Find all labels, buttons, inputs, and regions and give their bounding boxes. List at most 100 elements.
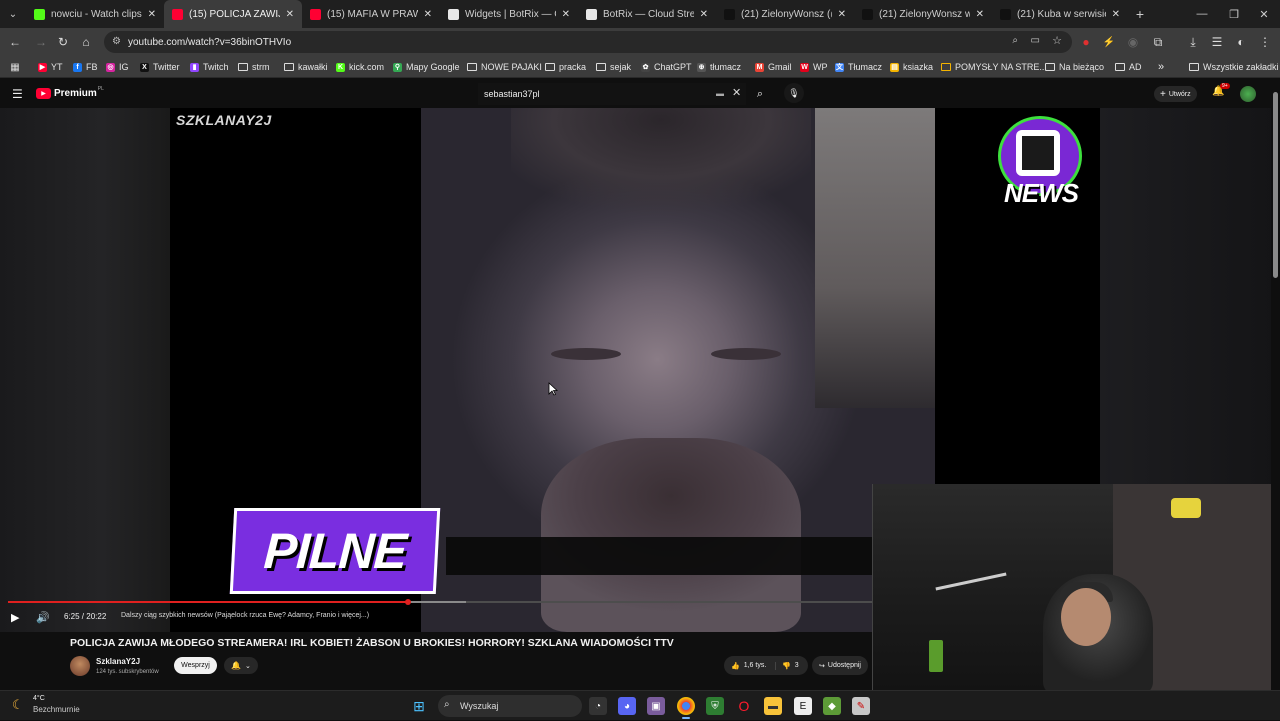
obs-app-icon[interactable]: ▣ <box>647 697 665 715</box>
home-icon[interactable]: ⌂ <box>78 34 94 50</box>
share-button[interactable]: ↪ Udostępnij <box>812 656 868 675</box>
bookmark-label: tłumacz <box>710 62 742 72</box>
like-button[interactable]: 👍 1,6 tys. <box>724 661 776 670</box>
chapter-title[interactable]: Dalszy ciąg szybkich newsów (Pająelock r… <box>121 612 369 619</box>
extensions-puzzle-icon[interactable]: ⧉ <box>1150 34 1166 50</box>
search-button[interactable]: ⌕ <box>750 83 770 105</box>
bookmark-item[interactable]: 文 Tłumacz <box>835 60 882 74</box>
bookmark-item[interactable]: strm <box>238 60 270 74</box>
bookmark-item[interactable]: POMYSŁY NA STRE... <box>941 60 1047 74</box>
window-close-icon[interactable]: ✕ <box>1248 0 1280 28</box>
bookmark-item[interactable]: ◎ IG <box>106 60 129 74</box>
dislike-button[interactable]: 👎 3 <box>776 662 799 670</box>
bookmark-item[interactable]: W WP <box>800 60 828 74</box>
file-explorer-icon[interactable]: ▬ <box>764 697 782 715</box>
tab-close-icon[interactable]: ✕ <box>148 9 156 20</box>
tab-search-icon[interactable]: ⌄ <box>0 0 26 28</box>
tab-close-icon[interactable]: ✕ <box>286 9 294 20</box>
all-bookmarks-button[interactable]: Wszystkie zakładki <box>1189 60 1279 74</box>
discord-icon[interactable]: ◕ <box>618 697 636 715</box>
bookmark-item[interactable]: M Gmail <box>755 60 792 74</box>
site-info-icon[interactable]: ⚙ <box>112 36 121 47</box>
channel-avatar[interactable] <box>70 656 90 676</box>
browser-tab[interactable]: (21) ZielonyWonsz (@5n4 ✕ <box>716 0 854 28</box>
account-avatar[interactable] <box>1240 86 1256 102</box>
voice-search-button[interactable]: 🎙 <box>784 83 804 103</box>
copilot-icon[interactable]: ◔ <box>589 697 607 715</box>
chrome-icon[interactable] <box>677 697 695 719</box>
bookmark-item[interactable]: ✿ ChatGPT <box>641 60 692 74</box>
bookmark-item[interactable]: f FB <box>73 60 98 74</box>
taskbar-search[interactable]: ⌕ Wyszukaj <box>438 695 582 717</box>
bookmark-label: ChatGPT <box>654 62 692 72</box>
bookmark-item[interactable]: AD <box>1115 60 1142 74</box>
tab-close-icon[interactable]: ✕ <box>838 9 846 20</box>
bookmark-item[interactable]: sejak <box>596 60 631 74</box>
browser-tab[interactable]: BotRix — Cloud Streamin ✕ <box>578 0 716 28</box>
browser-tab[interactable]: Widgets | BotRix — Cloud ✕ <box>440 0 578 28</box>
opera-icon[interactable]: O <box>735 697 753 715</box>
tab-close-icon[interactable]: ✕ <box>562 9 570 20</box>
bookmark-item[interactable]: ▮ Twitch <box>190 60 229 74</box>
bookmark-item[interactable]: X Twitter <box>140 60 180 74</box>
clear-search-icon[interactable]: ✕ <box>732 86 741 99</box>
new-tab-button[interactable]: + <box>1128 0 1152 28</box>
bookmark-item[interactable]: ⚲ Mapy Google <box>393 60 460 74</box>
shield-app-icon[interactable]: ⛨ <box>706 697 724 715</box>
browser-tab[interactable]: (21) ZielonyWonsz w serw ✕ <box>854 0 992 28</box>
bookmark-item[interactable]: Na bieżąco <box>1045 60 1104 74</box>
search-input[interactable]: sebastian37pl ▬ ✕ <box>478 83 746 105</box>
bookmark-item[interactable]: kawałki <box>284 60 328 74</box>
epic-games-icon[interactable]: E <box>794 697 812 715</box>
address-bar[interactable]: ⚙ youtube.com/watch?v=36binOTHVIo ⌕ ▭ ☆ <box>104 31 1072 53</box>
create-button[interactable]: + Utwórz <box>1154 86 1197 102</box>
tab-close-icon[interactable]: ✕ <box>1112 9 1120 20</box>
forward-icon[interactable]: → <box>33 34 49 50</box>
subscription-bell-button[interactable]: 🔔 ⌄ <box>224 657 258 674</box>
page-scrollbar[interactable] <box>1271 80 1280 690</box>
play-button[interactable]: ▶ <box>11 611 19 624</box>
bookmark-item[interactable]: Kkick.com <box>336 60 384 74</box>
browser-tab[interactable]: (21) Kuba w serwisie X: „ ✕ <box>992 0 1128 28</box>
more-bookmarks-button[interactable]: » <box>1158 60 1164 74</box>
minecraft-icon[interactable]: ◆ <box>823 697 841 715</box>
support-button[interactable]: Wesprzyj <box>174 657 217 674</box>
extension-icon[interactable]: ⚡ <box>1101 34 1117 50</box>
reload-icon[interactable]: ↻ <box>55 34 71 50</box>
bookmark-item[interactable]: pracka <box>545 60 586 74</box>
scrollbar-thumb[interactable] <box>1273 92 1278 278</box>
install-icon[interactable]: ▭ <box>1031 35 1040 46</box>
profile-avatar[interactable]: ◐ <box>1233 34 1249 50</box>
restore-icon[interactable]: ❐ <box>1218 0 1250 28</box>
bookmark-item[interactable]: NOWE PAJAKI <box>467 60 542 74</box>
browser-tab[interactable]: nowciu - Watch clips on K ✕ <box>26 0 164 28</box>
bookmark-star-icon[interactable]: ☆ <box>1052 34 1062 47</box>
paint-app-icon[interactable]: ✎ <box>852 697 870 715</box>
bookmark-item[interactable]: ▤ ksiazka <box>890 60 933 74</box>
tab-close-icon[interactable]: ✕ <box>424 9 432 20</box>
zoom-icon[interactable]: ⌕ <box>1012 35 1018 46</box>
channel-name[interactable]: SzklanaY2J <box>96 657 140 666</box>
reading-list-icon[interactable]: ☰ <box>1209 34 1225 50</box>
minimize-icon[interactable]: — <box>1186 0 1218 28</box>
tab-close-icon[interactable]: ✕ <box>700 9 708 20</box>
windows-start-icon[interactable]: ⊞ <box>410 697 428 715</box>
record-extension-icon[interactable]: ● <box>1078 34 1094 50</box>
bookmark-item[interactable]: ⊕ tłumacz <box>697 60 741 74</box>
volume-button[interactable]: 🔊 <box>36 611 50 624</box>
extension-gray-icon[interactable]: ◉ <box>1125 34 1141 50</box>
youtube-logo[interactable]: ▶ Premium PL <box>36 86 104 99</box>
download-icon[interactable]: ⤓ <box>1185 34 1201 50</box>
apps-grid-icon[interactable]: ▦ <box>7 59 23 75</box>
browser-tab[interactable]: (15) MAFIA W PRAWDZIW ✕ <box>302 0 440 28</box>
back-icon[interactable]: ← <box>7 34 23 50</box>
tab-close-icon[interactable]: ✕ <box>976 9 984 20</box>
browser-menu-icon[interactable]: ⋮ <box>1257 34 1273 50</box>
browser-tab[interactable]: (15) POLICJA ZAWIJA MŁC ✕ <box>164 0 302 28</box>
progress-bar[interactable] <box>8 599 872 605</box>
hamburger-menu-icon[interactable]: ☰ <box>12 87 23 101</box>
bookmark-item[interactable]: ▶ YT <box>38 60 63 74</box>
keyboard-icon[interactable]: ▬ <box>716 89 724 98</box>
notifications-button[interactable]: 🔔 9+ <box>1212 83 1230 102</box>
weather-widget[interactable]: ☾ 4°C Bezchmurnie <box>10 691 90 721</box>
